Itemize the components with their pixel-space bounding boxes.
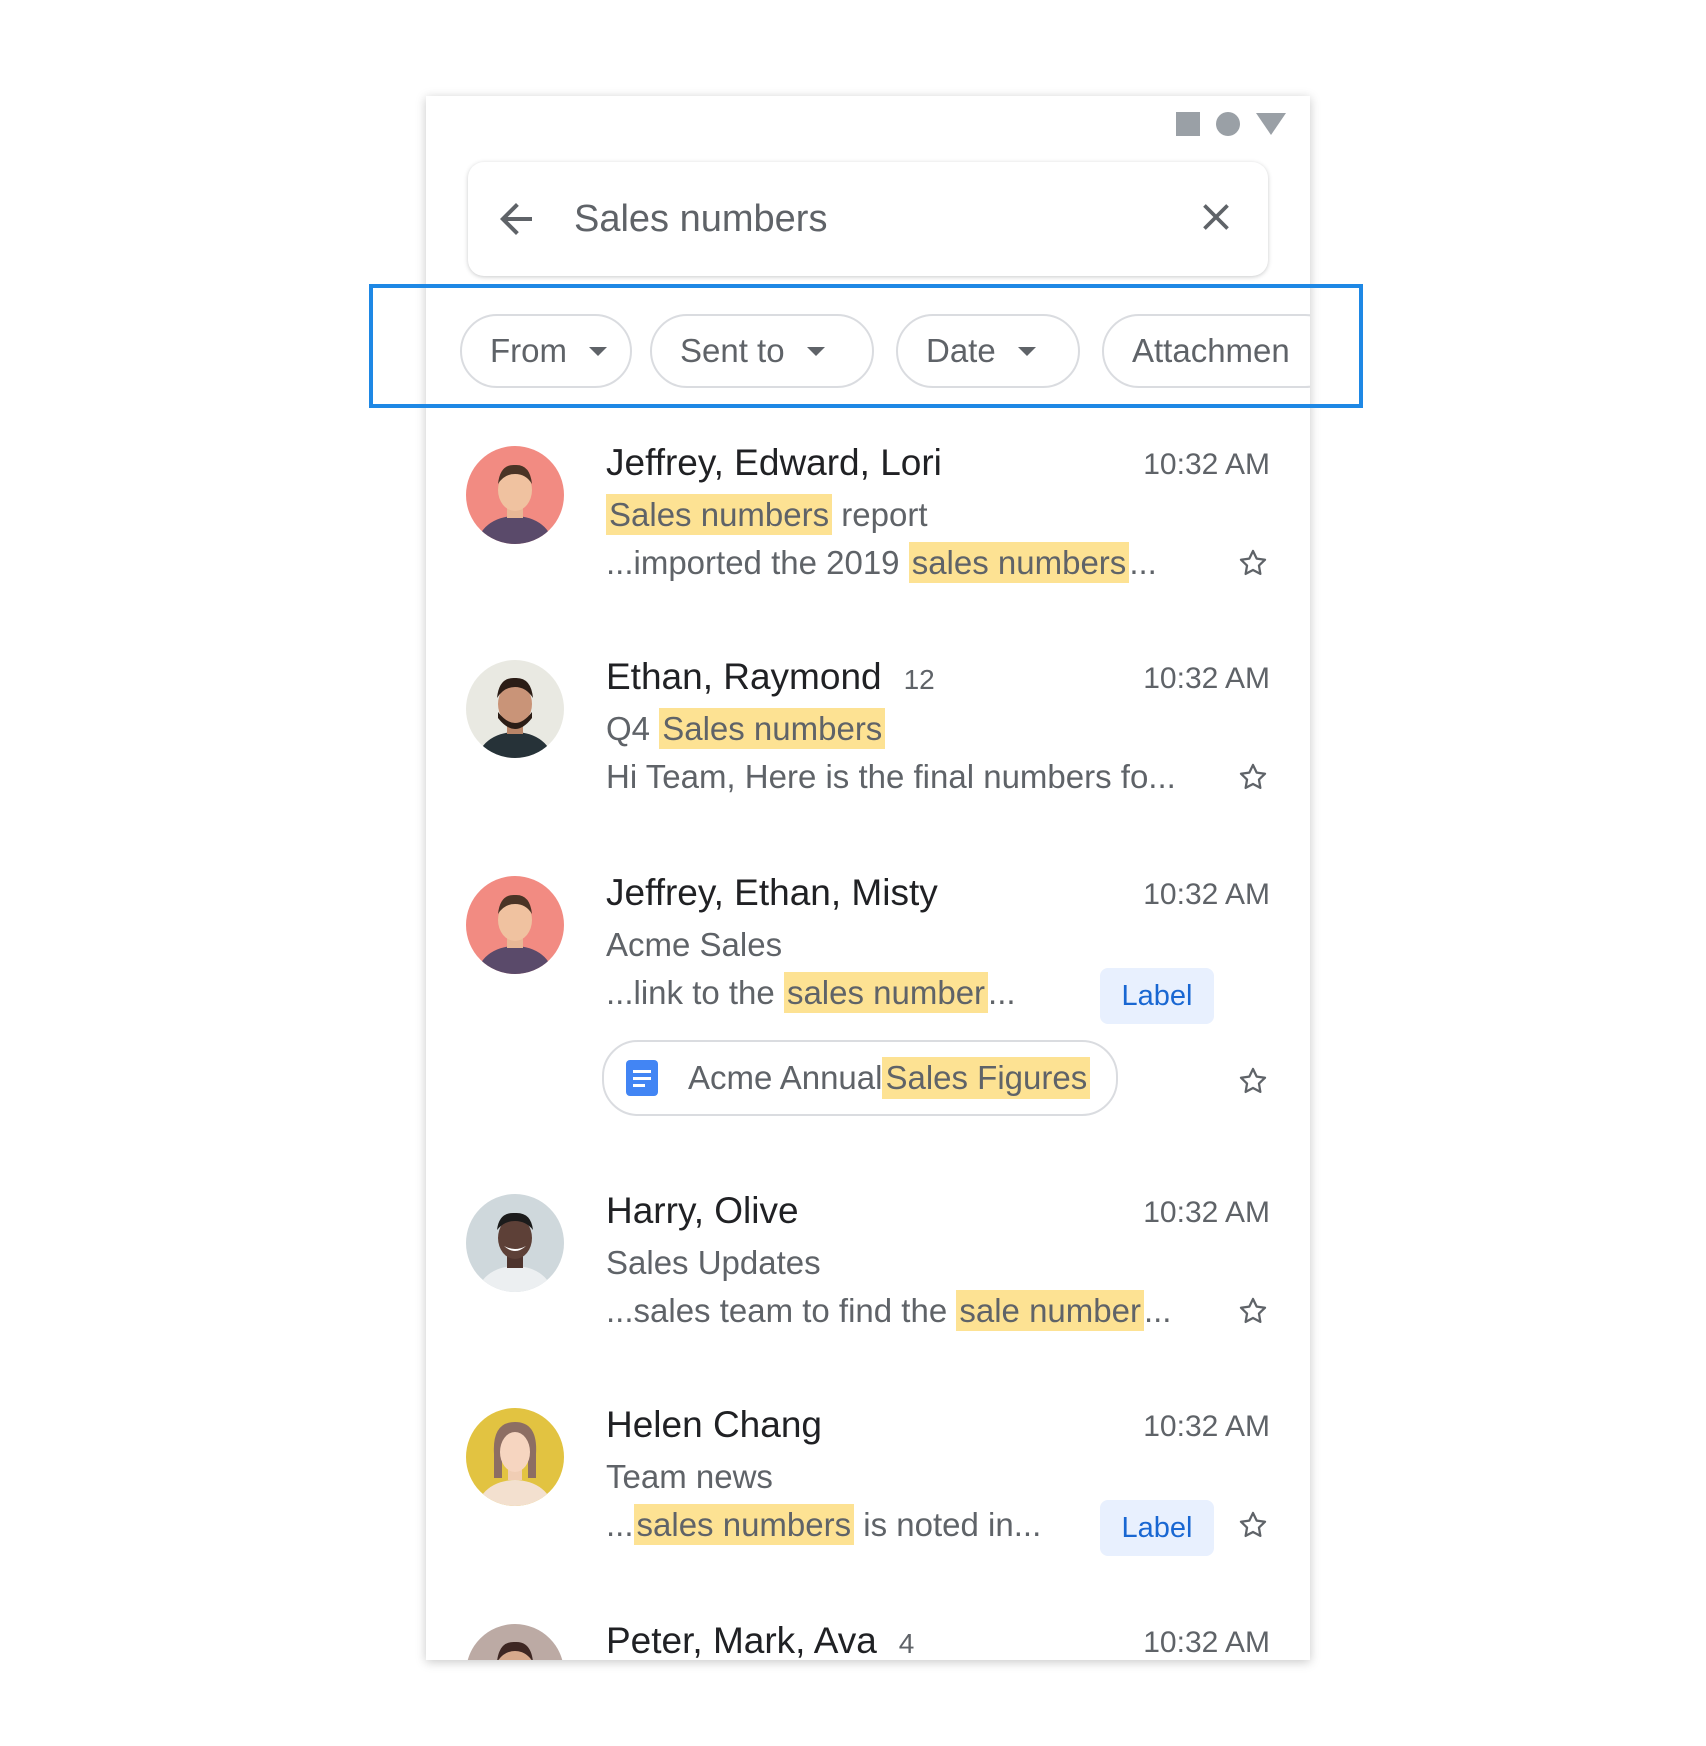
circle-icon bbox=[1216, 112, 1240, 136]
avatar bbox=[466, 1194, 564, 1292]
email-subject: Q4 Sales numbers bbox=[606, 708, 886, 749]
search-highlight: sales numbers bbox=[633, 1504, 855, 1545]
attachment-chip[interactable]: Acme Annual Sales Figures bbox=[602, 1040, 1119, 1116]
sender-names: Ethan, Raymond bbox=[606, 656, 882, 697]
email-time: 10:32 AM bbox=[1143, 1196, 1270, 1229]
subject-text: report bbox=[832, 496, 928, 533]
avatar bbox=[466, 660, 564, 758]
search-highlight: Sales numbers bbox=[659, 708, 886, 749]
email-row[interactable]: Harry, Olive 10:32 AM Sales Updates ...s… bbox=[426, 1186, 1310, 1376]
email-row[interactable]: Peter, Mark, Ava 4 10:32 AM bbox=[426, 1616, 1310, 1660]
star-icon[interactable] bbox=[1236, 760, 1270, 794]
email-row[interactable]: Jeffrey, Ethan, Misty 10:32 AM Acme Sale… bbox=[426, 868, 1310, 1158]
email-sender: Jeffrey, Ethan, Misty bbox=[606, 872, 938, 913]
snippet-text: ...imported the 2019 bbox=[606, 544, 909, 581]
email-row[interactable]: Ethan, Raymond 12 10:32 AM Q4 Sales numbe… bbox=[426, 652, 1310, 842]
email-snippet: ...imported the 2019 sales numbers... bbox=[606, 542, 1157, 583]
email-snippet: ...link to the sales number... bbox=[606, 972, 1016, 1013]
email-snippet: ...sales team to find the sale number... bbox=[606, 1290, 1172, 1331]
email-snippet: ...sales numbers is noted in... bbox=[606, 1504, 1042, 1545]
email-subject: Acme Sales bbox=[606, 926, 783, 963]
email-sender: Jeffrey, Edward, Lori bbox=[606, 442, 942, 483]
label-badge[interactable]: Label bbox=[1100, 968, 1214, 1024]
search-highlight: Sales numbers bbox=[606, 494, 833, 535]
search-highlight: sales numbers bbox=[908, 542, 1130, 583]
star-icon[interactable] bbox=[1236, 1294, 1270, 1328]
email-time: 10:32 AM bbox=[1143, 878, 1270, 911]
search-highlight: sale number bbox=[956, 1290, 1144, 1331]
email-subject: Sales numbers report bbox=[606, 494, 928, 535]
document-icon bbox=[626, 1060, 658, 1096]
filter-chips-highlight bbox=[369, 284, 1363, 408]
label-badge[interactable]: Label bbox=[1100, 1500, 1214, 1556]
email-sender: Peter, Mark, Ava 4 bbox=[606, 1620, 914, 1660]
search-highlight: sales number bbox=[783, 972, 989, 1013]
star-icon[interactable] bbox=[1236, 546, 1270, 580]
thread-count: 4 bbox=[898, 1628, 915, 1659]
snippet-text: is noted in... bbox=[854, 1506, 1042, 1543]
sender-names: Peter, Mark, Ava bbox=[606, 1620, 877, 1660]
avatar bbox=[466, 446, 564, 544]
star-icon[interactable] bbox=[1236, 1064, 1270, 1098]
search-bar[interactable]: Sales numbers bbox=[468, 162, 1268, 276]
subject-text: Q4 bbox=[606, 710, 660, 747]
email-row[interactable]: Helen Chang 10:32 AM Team news ...sales … bbox=[426, 1400, 1310, 1590]
avatar bbox=[466, 1624, 564, 1660]
avatar bbox=[466, 1408, 564, 1506]
snippet-text: ... bbox=[988, 974, 1016, 1011]
snippet-text: ...link to the bbox=[606, 974, 784, 1011]
status-bar bbox=[1176, 112, 1286, 136]
email-sender: Harry, Olive bbox=[606, 1190, 799, 1231]
attachment-name: Acme Annual bbox=[688, 1059, 883, 1096]
email-time: 10:32 AM bbox=[1143, 1410, 1270, 1443]
email-sender: Ethan, Raymond 12 bbox=[606, 656, 935, 698]
snippet-text: ...sales team to find the bbox=[606, 1292, 957, 1329]
close-icon[interactable] bbox=[1194, 195, 1238, 239]
email-sender: Helen Chang bbox=[606, 1404, 822, 1445]
email-row[interactable]: Jeffrey, Edward, Lori 10:32 AM Sales num… bbox=[426, 438, 1310, 628]
triangle-icon bbox=[1256, 113, 1286, 135]
email-subject: Sales Updates bbox=[606, 1244, 821, 1281]
snippet-text: ... bbox=[1129, 544, 1157, 581]
email-subject: Team news bbox=[606, 1458, 773, 1495]
star-icon[interactable] bbox=[1236, 1508, 1270, 1542]
back-arrow-icon[interactable] bbox=[492, 195, 540, 243]
email-snippet: Hi Team, Here is the final numbers fo... bbox=[606, 758, 1176, 795]
email-time: 10:32 AM bbox=[1143, 448, 1270, 481]
search-input[interactable]: Sales numbers bbox=[574, 198, 827, 241]
snippet-text: ... bbox=[606, 1506, 634, 1543]
email-time: 10:32 AM bbox=[1143, 662, 1270, 695]
thread-count: 12 bbox=[903, 664, 935, 695]
email-time: 10:32 AM bbox=[1143, 1626, 1270, 1659]
avatar bbox=[466, 876, 564, 974]
search-highlight: Sales Figures bbox=[882, 1057, 1091, 1099]
snippet-text: ... bbox=[1143, 1292, 1172, 1329]
square-icon bbox=[1176, 112, 1200, 136]
